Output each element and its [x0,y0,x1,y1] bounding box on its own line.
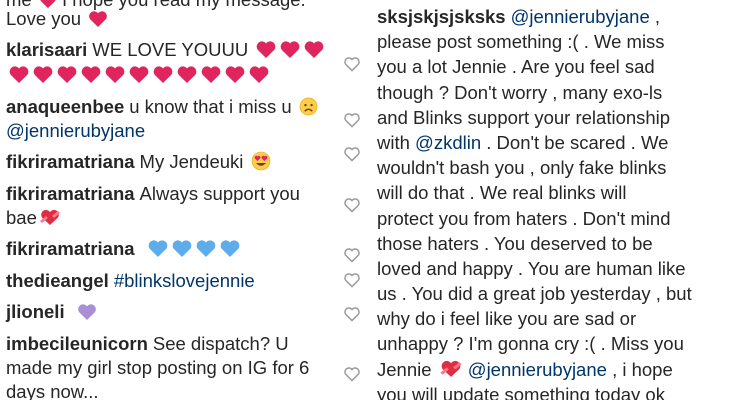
mention-link[interactable]: @jennierubyjane [6,120,145,141]
mention-link[interactable]: @zkdlin [415,132,481,153]
comment-line: why do i feel like you are sad or [377,308,637,330]
comment-text: with [377,131,410,153]
comment-line: unhappy ? I'm gonna cry :( . Miss you [377,333,684,355]
comment-item: imbecileunicorn See dispatch? U [6,332,289,356]
red-heart-icon [200,65,222,84]
comment-username[interactable]: anaqueenbee [6,96,124,117]
red-heart-icon [303,40,325,59]
comment-line: sksjskjsjsksks @jennierubyjane , [377,4,692,29]
comment-line: you will update something today ok [377,383,665,400]
comment-continuation: @jennierubyjane [6,119,145,143]
comment-line: wouldn't bash you , only fake blinks [377,157,667,179]
comment-item: klarisaari WE LOVE YOUUU [6,38,325,62]
heart-ribbon-icon [439,360,463,379]
left-comments-panel: me I hope you read my message. Love you … [0,0,340,400]
comment-text: made my girl stop posting on IG for 6 [6,357,310,378]
comment-line: please post something :( . We miss [377,31,665,53]
red-heart-icon [152,65,174,84]
disappointed-face-icon [299,97,318,116]
comment-item: fikriramatriana [6,237,241,261]
comment-line: you a lot Jennie . Are you feel sad [377,56,655,78]
comment-username[interactable]: fikriramatriana [6,183,135,204]
comment-continuation: bae [6,206,61,230]
heart-ribbon-icon [39,209,61,227]
comment-continuation: Love you [6,7,108,31]
like-heart-icon[interactable] [343,366,361,382]
red-heart-icon [128,65,150,84]
comment-username[interactable]: fikriramatriana [6,238,135,259]
comment-text: See dispatch? U [152,333,289,354]
comment-continuation: days now... [6,380,99,400]
red-heart-icon [56,65,78,84]
comment-username[interactable]: imbecileunicorn [6,333,148,354]
comment-text: , [654,6,661,27]
blue-heart-icon [195,239,217,258]
heart-eyes-icon [251,151,271,171]
like-heart-icon[interactable] [343,112,361,128]
red-heart-icon [80,65,102,84]
purple-heart-icon [77,303,97,321]
comment-line: with @zkdlin . Don't be scared . We [377,130,692,155]
like-heart-icon[interactable] [343,146,361,162]
comment-item: jlioneli [6,300,97,324]
comment-text: u know that i miss u [129,96,292,117]
comment-text: My Jendeuki [139,151,244,172]
blue-heart-icon [219,239,241,258]
red-heart-icon [248,65,270,84]
comment-line: us . You did a great job yesterday , but [377,283,692,305]
comment-text: bae [6,207,37,228]
red-heart-icon [88,10,108,28]
comment-line: those haters . You deserved to be [377,232,653,254]
comment-item: fikriramatriana My Jendeuki [6,150,271,174]
hashtag-link[interactable]: #blinkslovejennie [114,270,255,291]
red-heart-icon [176,65,198,84]
comment-line: protect you from haters . Don't mind [377,207,671,229]
red-heart-icon [279,40,301,59]
comment-item: anaqueenbee u know that i miss u [6,95,318,119]
red-heart-icon [255,40,277,59]
comment-item: sksjskjsjsksks @jennierubyjane , please p… [377,4,692,400]
red-heart-icon [104,65,126,84]
comment-text: Love you [6,8,82,29]
blue-heart-icon [171,239,193,258]
comment-text: days now... [6,381,99,400]
comment-line: though ? Don't worry , many exo-ls [377,81,663,103]
comment-line: and Blinks support your relationship [377,106,671,128]
comment-text: Always support you [139,183,300,204]
comment-username[interactable]: thedieangel [6,270,109,291]
comment-username[interactable]: sksjskjsjsksks [377,6,506,27]
red-heart-icon [8,65,30,84]
comment-text: Jennie [377,358,432,380]
comment-item: fikriramatriana Always support you [6,182,300,206]
comment-text: , i hope [612,358,673,380]
comment-continuation: made my girl stop posting on IG for 6 [6,356,309,380]
comment-username[interactable]: klarisaari [6,39,87,60]
like-heart-icon[interactable] [343,197,361,213]
red-heart-icon [224,65,246,84]
comment-line: loved and happy . You are human like [377,257,686,279]
comment-username[interactable]: fikriramatriana [6,151,135,172]
emoji-row [6,64,270,85]
blue-heart-icon [147,239,169,258]
like-heart-icon[interactable] [343,247,361,263]
comment-text: . Don't be scared . We [486,131,669,153]
comment-continuation [6,63,270,87]
comment-username[interactable]: jlioneli [6,301,65,322]
like-heart-icon[interactable] [343,306,361,322]
emoji-row [145,238,241,259]
right-comment-panel: sksjskjsjsksks @jennierubyjane , please p… [340,0,746,400]
red-heart-icon [32,65,54,84]
comment-line: will do that . We real blinks will [377,182,627,204]
like-heart-icon[interactable] [343,56,361,72]
comment-item: thedieangel #blinkslovejennie [6,269,255,293]
mention-link[interactable]: @jennierubyjane [468,359,607,380]
comment-line: Jennie @jennierubyjane , i hope [377,357,692,382]
comment-text: WE LOVE YOUUU [92,39,249,60]
like-heart-icon[interactable] [343,272,361,288]
mention-link[interactable]: @jennierubyjane [511,6,650,27]
emoji-row [253,39,325,60]
